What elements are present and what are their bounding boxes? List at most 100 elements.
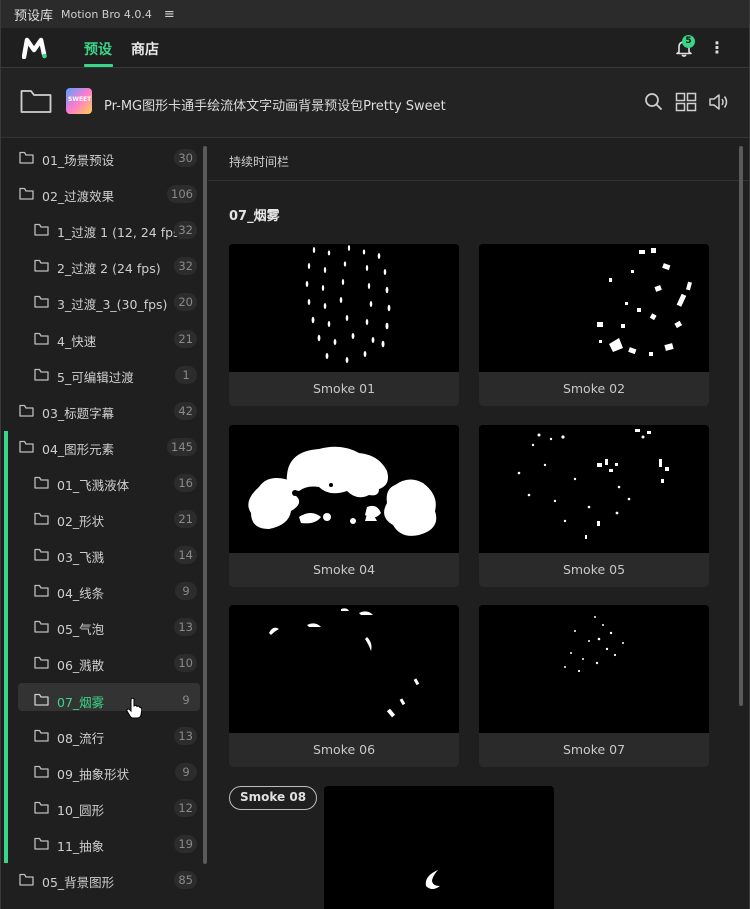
- folder-icon: [19, 873, 34, 886]
- sidebar-item[interactable]: 02_形状 21: [0, 501, 201, 537]
- preset-card[interactable]: Smoke 04: [229, 425, 459, 587]
- item-count-badge: 32: [174, 221, 197, 240]
- item-count-badge: 85: [174, 871, 197, 889]
- preset-preview: [229, 244, 459, 372]
- preset-name: Smoke 02: [479, 372, 709, 406]
- sidebar-item[interactable]: 5_可编辑过渡 1: [0, 357, 201, 393]
- preset-card[interactable]: Smoke 01: [229, 244, 459, 406]
- sidebar-item[interactable]: 11_抽象 19: [0, 826, 201, 862]
- preset-card[interactable]: Smoke 02: [479, 244, 709, 406]
- app-version: Motion Bro 4.0.4: [61, 7, 152, 21]
- thumb-text: SWEET: [68, 96, 92, 103]
- section-title: 07_烟雾: [229, 209, 280, 224]
- sidebar-item[interactable]: 06_溅散 10: [0, 645, 201, 681]
- preset-preview: [479, 425, 709, 553]
- folder-icon: [19, 151, 34, 164]
- pack-header: SWEET Pr-MG图形卡通手绘流体文字动画背景预设包Pretty Sweet: [0, 68, 750, 138]
- sidebar-item-label: 11_抽象: [57, 838, 105, 854]
- sidebar-item[interactable]: 01_飞溅液体 16: [0, 465, 201, 501]
- hand-cursor-icon: [126, 697, 142, 719]
- folder-icon: [34, 729, 49, 742]
- sidebar-item[interactable]: 04_图形元素 145: [0, 429, 201, 465]
- sidebar-item[interactable]: 02_过渡效果 106: [0, 176, 201, 212]
- sidebar-item[interactable]: 04_线条 9: [0, 573, 201, 609]
- folder-icon: [34, 657, 49, 670]
- item-count-badge: 9: [175, 762, 197, 781]
- preset-card[interactable]: Smoke 05: [479, 425, 709, 587]
- folder-icon: [34, 693, 49, 706]
- folder-icon: [34, 837, 49, 850]
- grid-view-icon[interactable]: [675, 92, 697, 112]
- window-title: 预设库: [14, 8, 54, 24]
- sidebar-item-label: 10_圆形: [57, 802, 105, 818]
- preset-preview: [229, 425, 459, 553]
- item-count-badge: 42: [174, 401, 197, 420]
- sidebar-item-label: 05_气泡: [57, 622, 105, 638]
- folder-icon: [34, 548, 49, 561]
- sidebar-item-label: 07_烟雾: [57, 694, 105, 710]
- item-count-badge: 19: [174, 834, 197, 853]
- tab-store[interactable]: 商店: [131, 39, 159, 59]
- sidebar-item[interactable]: 08_流行 13: [0, 718, 201, 754]
- folder-icon: [34, 476, 49, 489]
- motion-bro-logo: [22, 37, 47, 59]
- folder-icon: [34, 368, 49, 381]
- sidebar-item[interactable]: 1_过渡 1 (12, 24 fps) 32: [0, 212, 201, 248]
- preset-name: Smoke 06: [229, 733, 459, 767]
- preset-name: Smoke 05: [479, 553, 709, 587]
- folder-icon: [19, 187, 34, 200]
- hamburger-icon[interactable]: ≡: [164, 7, 175, 22]
- item-count-badge: 9: [182, 692, 190, 707]
- sidebar-item[interactable]: 01_场景预设 30: [0, 140, 201, 176]
- folder-icon: [34, 765, 49, 778]
- sidebar-item-label: 05_背景图形: [42, 875, 115, 890]
- preset-card[interactable]: [324, 786, 554, 909]
- sidebar-item[interactable]: 3_过渡_3_(30_fps) 20: [0, 284, 201, 320]
- divider: [208, 180, 750, 181]
- folder-icon: [34, 224, 49, 236]
- sidebar-item-label: 02_形状: [57, 514, 105, 529]
- active-tab-indicator: [84, 64, 113, 67]
- preset-name-label[interactable]: Smoke 08: [229, 786, 318, 810]
- sidebar-item-label: 5_可编辑过渡: [57, 369, 134, 385]
- sidebar-item-label: 03_标题字幕: [42, 405, 115, 421]
- notification-badge: 5: [682, 35, 695, 48]
- preset-card[interactable]: Smoke 07: [479, 605, 709, 767]
- item-count-badge: 10: [174, 654, 197, 673]
- item-count-badge: 21: [174, 329, 197, 348]
- preset-card[interactable]: Smoke 06: [229, 605, 459, 767]
- folder-icon: [34, 801, 49, 814]
- item-count-badge: 14: [174, 546, 197, 565]
- more-options-icon[interactable]: ⋮: [709, 38, 725, 58]
- item-count-badge: 13: [174, 726, 197, 745]
- sidebar-item[interactable]: 05_背景图形 85: [0, 862, 201, 898]
- item-count-badge: 145: [167, 437, 197, 456]
- sidebar-item[interactable]: 4_快速 21: [0, 321, 201, 357]
- sidebar-item-label: 04_线条: [57, 586, 105, 602]
- sidebar-scrollbar[interactable]: [203, 146, 207, 864]
- folder-icon: [34, 260, 49, 272]
- preset-preview: [425, 870, 440, 889]
- folder-icon[interactable]: [20, 88, 52, 114]
- item-count-badge: 30: [174, 149, 197, 167]
- sidebar-item-label: 1_过渡 1 (12, 24 fps): [57, 225, 185, 241]
- sidebar-item[interactable]: 03_标题字幕 42: [0, 393, 201, 429]
- sidebar-item[interactable]: 2_过渡 2 (24 fps) 32: [0, 248, 201, 284]
- sidebar-item-label: 01_飞溅液体: [57, 477, 130, 493]
- sidebar-item[interactable]: 05_气泡 13: [0, 609, 201, 645]
- pack-thumbnail: SWEET: [66, 88, 92, 114]
- tab-presets[interactable]: 预设: [84, 39, 112, 59]
- sound-icon[interactable]: [708, 92, 730, 112]
- sidebar-item[interactable]: 07_烟雾 9: [0, 682, 201, 718]
- item-count-badge: 106: [167, 185, 197, 204]
- search-icon[interactable]: [643, 92, 665, 112]
- sidebar-item-label: 3_过渡_3_(30_fps): [57, 297, 168, 313]
- preset-scrollbar[interactable]: [739, 146, 743, 706]
- timeline-label: 持续时间栏: [229, 155, 290, 169]
- sidebar-item[interactable]: 10_圆形 12: [0, 790, 201, 826]
- preset-preview: [479, 244, 709, 372]
- sidebar-item[interactable]: 09_抽象形状 9: [0, 754, 201, 790]
- preset-name: Smoke 04: [229, 553, 459, 587]
- sidebar-item[interactable]: 03_飞溅 14: [0, 537, 201, 573]
- folder-icon: [19, 404, 34, 417]
